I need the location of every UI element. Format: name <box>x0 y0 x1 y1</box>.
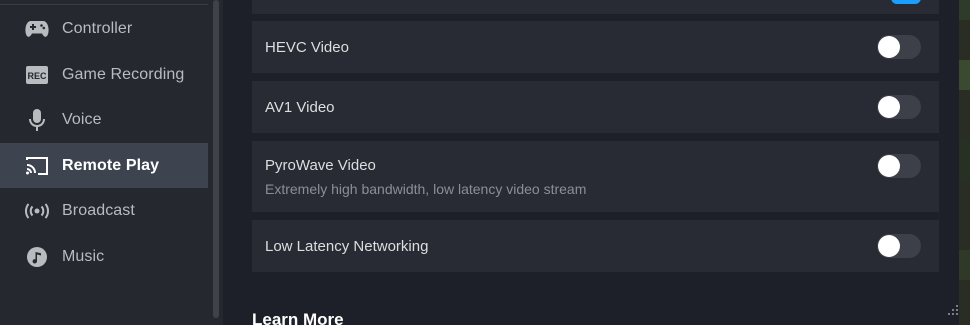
sidebar-item-label: Music <box>62 247 105 265</box>
low-latency-networking-toggle[interactable] <box>877 234 921 258</box>
toggle-knob <box>878 155 900 177</box>
sidebar-item-voice[interactable]: Voice <box>0 97 208 142</box>
learn-more-heading: Learn More <box>252 310 344 325</box>
toggle-knob <box>878 96 900 118</box>
setting-row-partial <box>252 0 939 14</box>
sidebar-item-remote-play[interactable]: Remote Play <box>0 143 208 188</box>
setting-title: HEVC Video <box>265 38 349 56</box>
gamepad-icon <box>25 17 49 41</box>
resize-grip-icon[interactable] <box>946 305 960 319</box>
sidebar-item-controller[interactable]: Controller <box>0 6 208 51</box>
setting-title: PyroWave Video <box>265 156 376 174</box>
setting-row-pyrowave-video: PyroWave Video Extremely high bandwidth,… <box>252 141 939 212</box>
cast-icon <box>25 154 49 178</box>
setting-row-low-latency-networking: Low Latency Networking <box>252 220 939 272</box>
sidebar-divider <box>0 4 208 5</box>
setting-title: AV1 Video <box>265 98 335 116</box>
music-note-icon <box>25 245 49 269</box>
toggle-knob <box>878 36 900 58</box>
setting-row-av1-video: AV1 Video <box>252 81 939 133</box>
sidebar-item-label: Remote Play <box>62 156 160 174</box>
pyrowave-video-toggle[interactable] <box>877 154 921 178</box>
broadcast-icon <box>25 199 49 223</box>
setting-title: Low Latency Networking <box>265 237 429 255</box>
settings-panel: HEVC Video AV1 Video PyroWave Video Extr… <box>223 0 970 325</box>
setting-row-hevc-video: HEVC Video <box>252 21 939 73</box>
setting-toggle-partial[interactable] <box>891 0 921 4</box>
sidebar-item-music[interactable]: Music <box>0 234 208 279</box>
sidebar-item-label: Controller <box>62 19 133 37</box>
setting-description: Extremely high bandwidth, low latency vi… <box>265 180 587 197</box>
sidebar-item-label: Voice <box>62 110 102 128</box>
rec-icon: REC <box>25 63 49 87</box>
toggle-knob <box>878 235 900 257</box>
sidebar-item-game-recording[interactable]: REC Game Recording <box>0 52 208 97</box>
rec-badge-text: REC <box>27 71 47 81</box>
settings-sidebar: Controller REC Game Recording Voice Remo… <box>0 0 223 325</box>
av1-video-toggle[interactable] <box>877 95 921 119</box>
sidebar-item-label: Broadcast <box>62 201 135 219</box>
sidebar-scrollbar[interactable] <box>213 0 219 318</box>
sidebar-item-broadcast[interactable]: Broadcast <box>0 188 208 233</box>
microphone-icon <box>25 108 49 132</box>
background-window-edge <box>959 0 970 325</box>
sidebar-item-label: Game Recording <box>62 65 185 83</box>
hevc-video-toggle[interactable] <box>877 35 921 59</box>
